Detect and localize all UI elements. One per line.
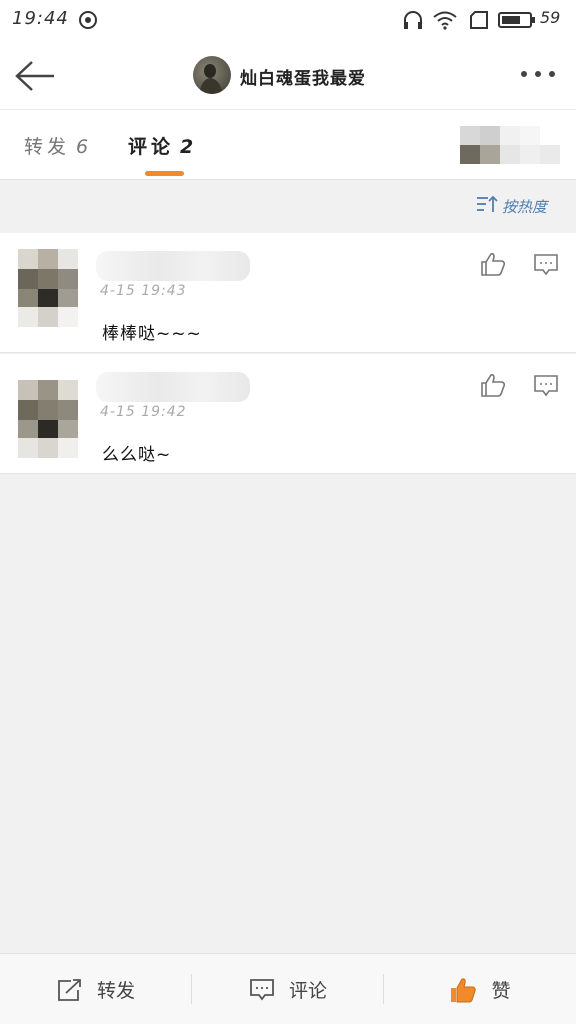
commenter-avatar[interactable] xyxy=(18,249,78,327)
tab-comment[interactable]: 评论 2 xyxy=(128,132,193,159)
comment-icon xyxy=(249,978,275,1002)
like-label: 赞 xyxy=(491,980,511,1002)
tab-comment-count: 2 xyxy=(180,136,194,158)
sort-bar: 按热度 xyxy=(0,180,576,232)
blurred-user-avatar[interactable] xyxy=(460,126,560,164)
sort-label: 按热度 xyxy=(502,197,548,216)
bottom-toolbar: 转发 评论 赞 xyxy=(0,953,576,1024)
tab-forward[interactable]: 转发 6 xyxy=(24,132,88,159)
reply-comment-icon[interactable] xyxy=(533,374,559,398)
thumbs-up-icon[interactable] xyxy=(480,372,506,398)
commenter-avatar[interactable] xyxy=(18,370,78,458)
forward-button[interactable]: 转发 xyxy=(0,954,192,1024)
battery-icon xyxy=(498,10,536,34)
status-bar: 19:44 59 xyxy=(0,0,576,40)
comment-label: 评论 xyxy=(288,980,327,1002)
comment-text: 么么哒~ xyxy=(102,445,172,465)
tab-comment-label: 评论 xyxy=(128,136,175,158)
tab-forward-count: 6 xyxy=(76,136,89,158)
status-time: 19:44 xyxy=(12,8,69,29)
sort-by-hot-button[interactable]: 按热度 xyxy=(476,195,547,217)
page-title: 灿白魂蛋我最爱 xyxy=(240,69,366,89)
comment-item: 4-15 19:42 么么哒~ xyxy=(0,354,576,474)
nav-bar: 灿白魂蛋我最爱 xyxy=(0,40,576,110)
reply-comment-icon[interactable] xyxy=(533,253,559,277)
comment-time: 4-15 19:43 xyxy=(100,283,187,299)
like-button[interactable]: 赞 xyxy=(384,954,576,1024)
tab-forward-label: 转发 xyxy=(24,136,71,158)
more-options-icon[interactable] xyxy=(516,62,566,86)
back-arrow-icon[interactable] xyxy=(12,56,60,96)
battery-level: 59 xyxy=(540,8,561,27)
share-icon xyxy=(57,978,83,1002)
wifi-icon xyxy=(432,10,458,34)
forward-label: 转发 xyxy=(96,980,135,1002)
comment-time: 4-15 19:42 xyxy=(100,404,187,420)
tab-active-indicator xyxy=(145,171,184,176)
commenter-name-blurred[interactable] xyxy=(96,372,250,402)
thumbs-up-icon[interactable] xyxy=(480,251,506,277)
sim-card-icon xyxy=(468,10,490,34)
thumbs-up-icon xyxy=(449,976,477,1004)
comment-item: 4-15 19:43 棒棒哒~~~ xyxy=(0,233,576,353)
sort-icon xyxy=(476,195,502,217)
headphones-icon xyxy=(402,10,424,34)
comment-text: 棒棒哒~~~ xyxy=(102,324,202,344)
sync-icon xyxy=(78,10,98,34)
tab-bar: 转发 6 评论 2 xyxy=(0,110,576,180)
avatar[interactable] xyxy=(193,56,231,94)
commenter-name-blurred[interactable] xyxy=(96,251,250,281)
comment-button[interactable]: 评论 xyxy=(192,954,384,1024)
